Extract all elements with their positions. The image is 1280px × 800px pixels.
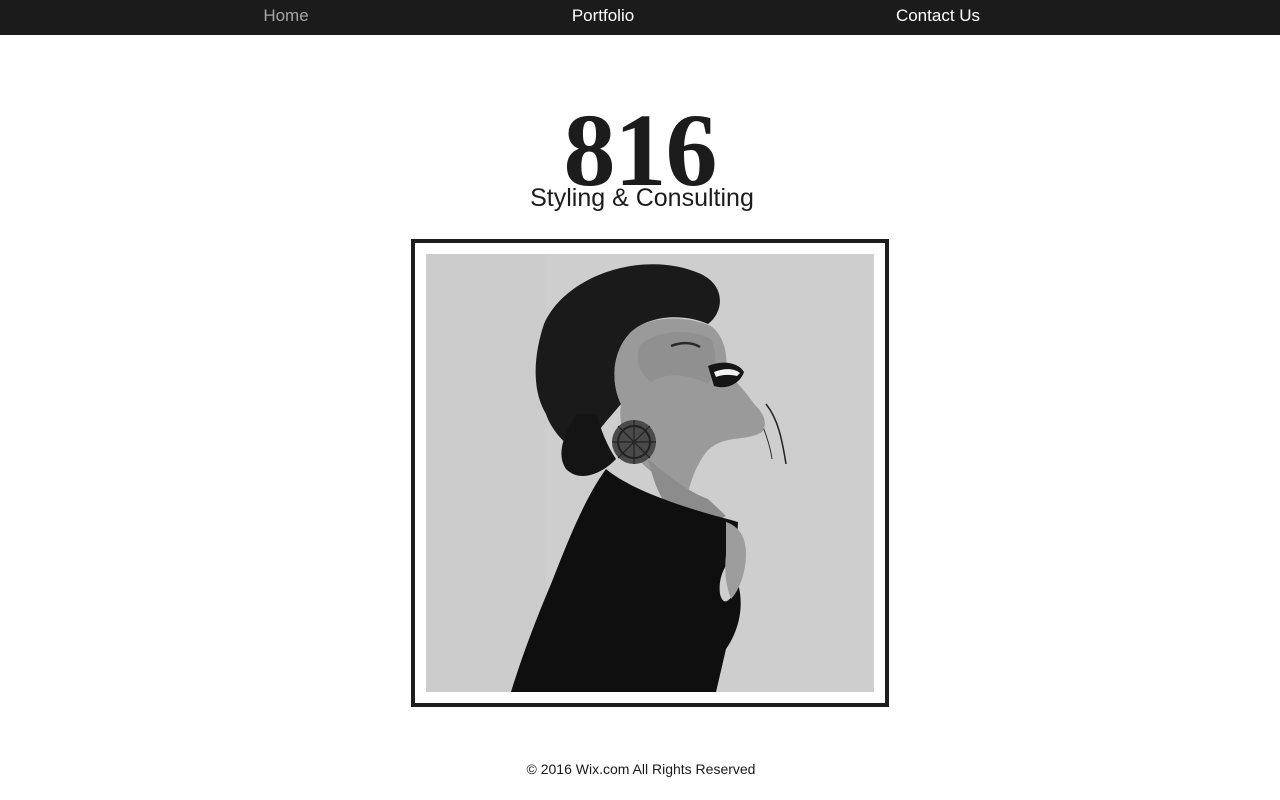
site-tagline: Styling & Consulting bbox=[530, 184, 754, 212]
top-navigation-bar: Home Portfolio Contact Us bbox=[0, 0, 1280, 35]
hero-photo bbox=[426, 254, 874, 692]
footer-copyright: © 2016 Wix.com All Rights Reserved bbox=[526, 761, 756, 777]
portrait-illustration bbox=[426, 254, 874, 692]
nav-contact-us-link[interactable]: Contact Us bbox=[896, 0, 980, 32]
hero-photo-frame bbox=[411, 239, 889, 707]
nav-portfolio-link[interactable]: Portfolio bbox=[572, 0, 634, 32]
nav-home-link[interactable]: Home bbox=[263, 0, 308, 32]
